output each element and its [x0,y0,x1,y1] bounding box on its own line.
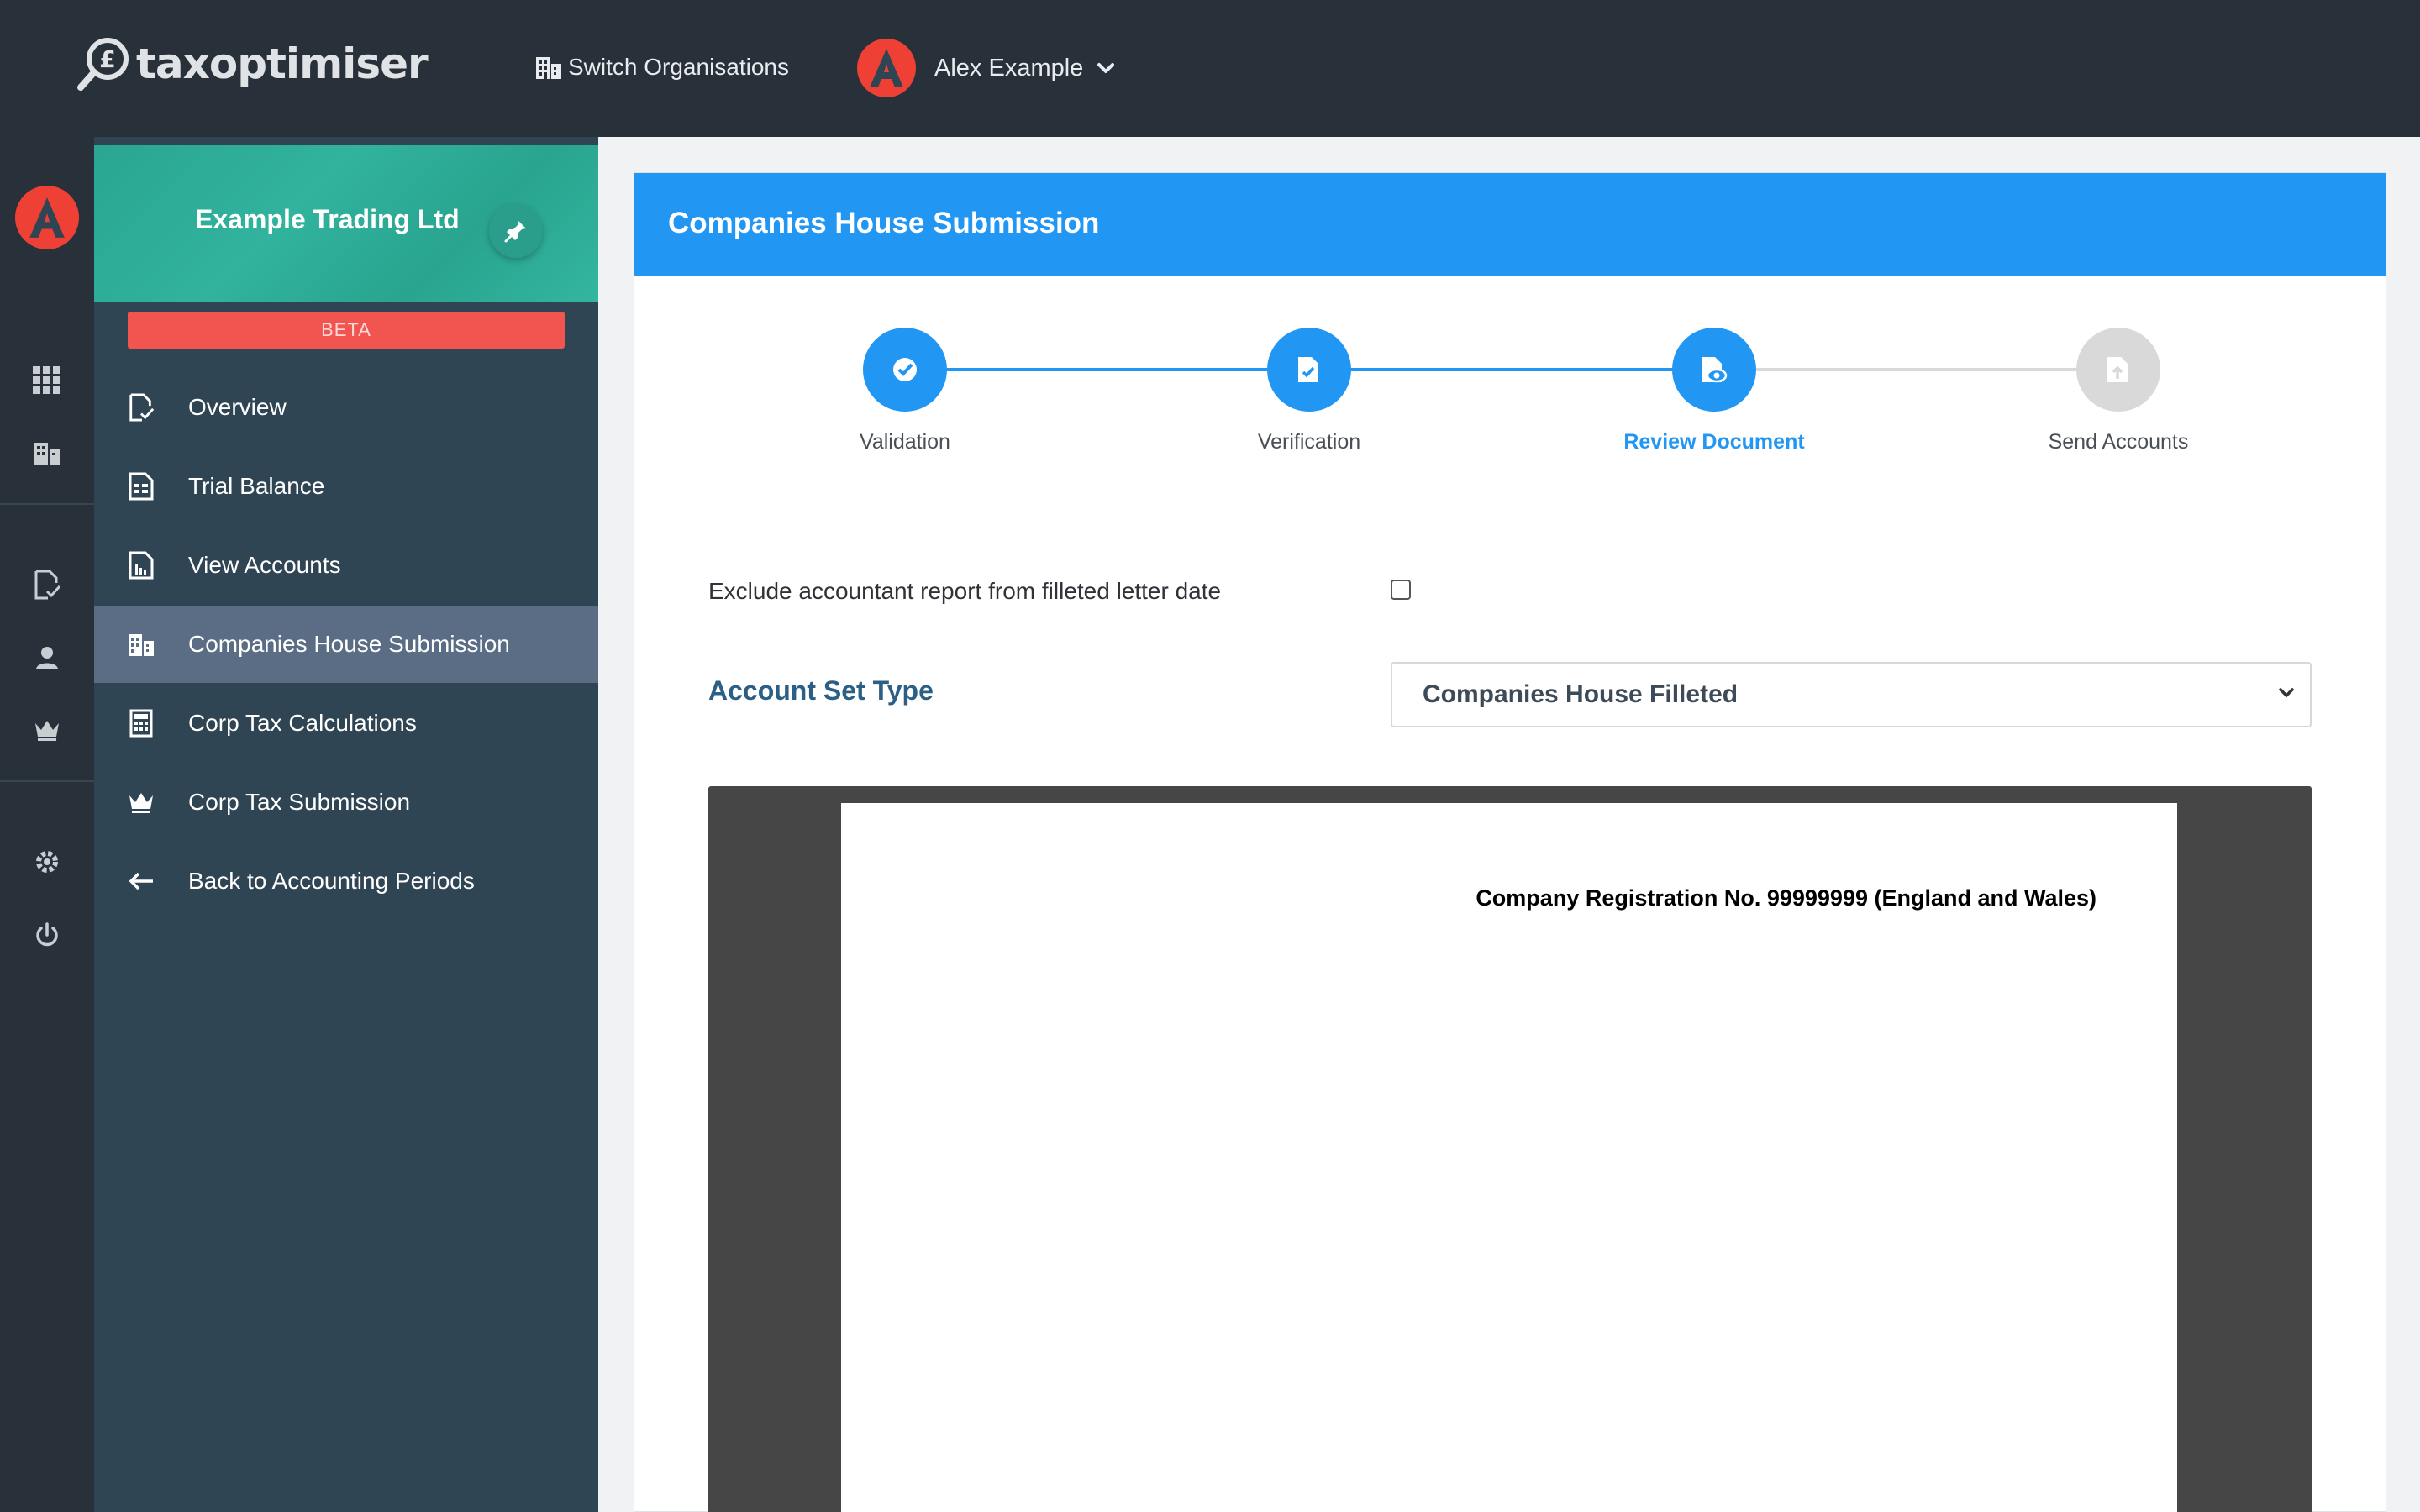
svg-text:£: £ [99,45,115,73]
sidebar-item-corp-tax-calculations[interactable]: Corp Tax Calculations [94,685,598,762]
submission-card: Companies House Submission Validation Ve… [634,172,2386,1512]
sidebar-item-back-to-accounting-periods[interactable]: Back to Accounting Periods [94,843,598,920]
organisation-header: Example Trading Ltd [94,145,598,302]
account-set-type-label: Account Set Type [708,675,934,706]
switch-organisations-button[interactable]: Switch Organisations [534,50,789,84]
report-chart-icon [126,550,156,580]
user-name: Alex Example [934,54,1084,81]
exclude-accountant-report-label: Exclude accountant report from filleted … [708,578,1222,604]
switch-organisations-label: Switch Organisations [568,54,790,80]
document-check-icon [1298,357,1318,382]
chevron-down-icon [2279,688,2294,698]
crown-icon [126,787,156,817]
app-logo[interactable]: £ taxoptimiser [76,34,429,94]
gear-icon[interactable] [30,845,64,879]
avatar-letter-icon [29,197,65,238]
step-label-validation: Validation [860,430,950,454]
rail-divider [0,780,94,782]
sidebar-item-label: Corp Tax Calculations [188,710,417,736]
avatar-letter-icon [870,49,903,87]
power-icon[interactable] [30,918,64,952]
apps-grid-icon[interactable] [30,364,64,397]
user-icon[interactable] [30,641,64,675]
building-icon [536,57,561,79]
sidebar-item-trial-balance[interactable]: Trial Balance [94,448,598,525]
pin-button[interactable] [489,204,543,258]
document-viewer[interactable]: Company Registration No. 99999999 (Engla… [708,786,2312,1512]
avatar [857,39,916,97]
sidebar-item-companies-house-submission[interactable]: Companies House Submission [94,606,598,683]
magnifier-pound-icon: £ [77,38,129,91]
document-eye-icon [1702,357,1728,383]
sidebar-item-label: View Accounts [188,552,341,578]
check-circle-icon [893,358,917,381]
rail-divider [0,503,94,505]
sidebar: Example Trading Ltd BETA Overview Trial … [94,137,598,1512]
document-upload-icon [2107,357,2128,382]
building-icon [126,629,156,659]
arrow-left-icon [126,866,156,896]
sidebar-item-label: Back to Accounting Periods [188,868,475,894]
company-registration-text: Company Registration No. 99999999 (Engla… [1476,885,2096,911]
spreadsheet-icon [126,471,156,501]
main-content: Companies House Submission Validation Ve… [598,137,2420,1512]
step-label-send-accounts: Send Accounts [2048,430,2189,454]
exclude-accountant-report-checkbox[interactable] [1391,580,1411,600]
sidebar-item-label: Companies House Submission [188,631,510,657]
page-title: Companies House Submission [668,207,1100,239]
step-label-review-document: Review Document [1623,430,1805,454]
stepper-remaining-line [1714,368,2118,371]
crown-icon[interactable] [30,713,64,747]
logo-text: taxoptimiser [136,39,429,88]
pin-icon [504,221,526,243]
step-review-document[interactable] [1672,328,1756,412]
account-set-type-value: Companies House Filleted [1423,680,1739,708]
sidebar-item-view-accounts[interactable]: View Accounts [94,527,598,604]
sidebar-item-label: Overview [188,394,287,420]
organisations-icon[interactable] [30,436,64,470]
sidebar-item-corp-tax-submission[interactable]: Corp Tax Submission [94,764,598,841]
step-label-verification: Verification [1257,430,1361,454]
rail-avatar[interactable] [15,186,79,249]
beta-badge: BETA [128,312,565,349]
organisation-name: Example Trading Ltd [195,204,460,234]
document-check-icon [126,392,156,423]
step-send-accounts[interactable] [2076,328,2160,412]
chevron-down-icon [1097,63,1115,73]
top-navigation-bar: £ taxoptimiser Switch Organisations Alex… [0,0,2420,137]
calculator-icon [126,708,156,738]
account-set-type-select[interactable]: Companies House Filleted [1391,662,2312,727]
icon-rail [0,137,94,1512]
sidebar-item-overview[interactable]: Overview [94,369,598,446]
sidebar-item-label: Corp Tax Submission [188,789,411,815]
document-check-icon[interactable] [30,568,64,601]
user-menu-button[interactable]: Alex Example [857,39,1115,97]
sidebar-item-label: Trial Balance [188,473,325,499]
step-verification[interactable] [1267,328,1351,412]
step-validation[interactable] [863,328,947,412]
document-page: Company Registration No. 99999999 (Engla… [841,803,2177,1512]
card-header: Companies House Submission [634,173,2386,276]
